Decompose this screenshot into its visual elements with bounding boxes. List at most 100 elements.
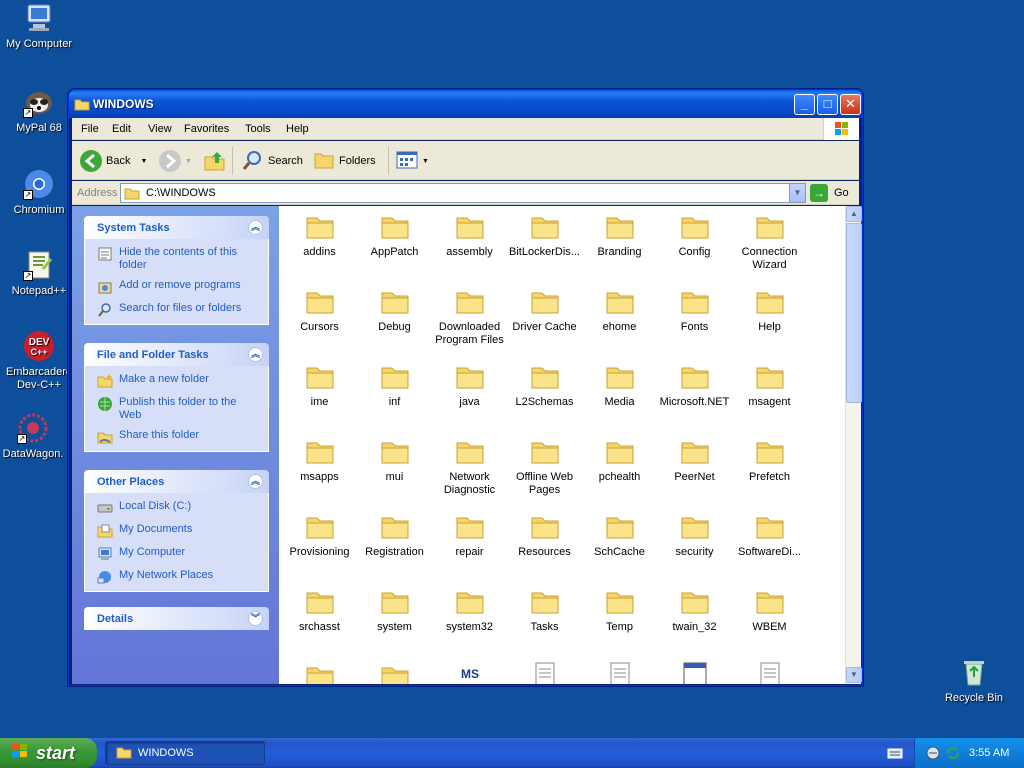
folder-item[interactable]: Temp: [582, 585, 657, 634]
folder-item[interactable]: Provisioning: [282, 510, 357, 559]
sync-tray-icon[interactable]: [945, 745, 961, 764]
address-input[interactable]: C:\WINDOWS ▼: [120, 183, 806, 203]
folder-item[interactable]: system32: [432, 585, 507, 634]
file-item[interactable]: [582, 660, 657, 684]
menu-tools[interactable]: Tools: [245, 123, 271, 135]
folder-item[interactable]: inf: [357, 360, 432, 409]
taskbar-item-windows[interactable]: WINDOWS: [105, 741, 265, 765]
up-folder-button[interactable]: [203, 149, 227, 173]
folder-item[interactable]: Help: [732, 285, 807, 334]
forward-dropdown-icon[interactable]: ▼: [185, 158, 192, 165]
file-folder-tasks-header[interactable]: File and Folder Tasks ︽: [84, 343, 269, 366]
make-new-folder-link[interactable]: Make a new folder: [97, 373, 260, 389]
hide-folder-contents-link[interactable]: Hide the contents of this folder: [97, 246, 260, 272]
folder-item[interactable]: java: [432, 360, 507, 409]
folder-item[interactable]: addins: [282, 210, 357, 259]
folder-item[interactable]: Registration: [357, 510, 432, 559]
share-folder-link[interactable]: Share this folder: [97, 429, 260, 445]
close-button[interactable]: ✕: [840, 94, 861, 115]
file-item[interactable]: [657, 660, 732, 684]
back-dropdown-icon[interactable]: ▼: [140, 158, 147, 165]
search-files-link[interactable]: Search for files or folders: [97, 302, 260, 318]
folder-item[interactable]: AppPatch: [357, 210, 432, 259]
folder-item[interactable]: ehome: [582, 285, 657, 334]
search-button[interactable]: Search: [242, 149, 303, 173]
add-remove-programs-link[interactable]: Add or remove programs: [97, 279, 260, 295]
scroll-up-icon[interactable]: ▲: [846, 206, 862, 222]
vertical-scrollbar[interactable]: ▲ ▼: [845, 206, 862, 684]
my-computer-link[interactable]: My Computer: [97, 546, 260, 562]
file-item[interactable]: [507, 660, 582, 684]
folder-item[interactable]: srchasst: [282, 585, 357, 634]
system-tasks-header[interactable]: System Tasks ︽: [84, 216, 269, 239]
views-button[interactable]: ▼: [396, 149, 429, 173]
details-header[interactable]: Details ︾: [84, 607, 269, 630]
menu-view[interactable]: View: [148, 123, 172, 135]
address-dropdown-icon[interactable]: ▼: [789, 184, 805, 202]
publish-folder-web-link[interactable]: Publish this folder to the Web: [97, 396, 260, 422]
start-button[interactable]: start: [0, 738, 97, 768]
folders-button[interactable]: Folders: [313, 149, 376, 173]
folder-item[interactable]: security: [657, 510, 732, 559]
minimize-button[interactable]: _: [794, 94, 815, 115]
folder-item[interactable]: SoftwareDi...: [732, 510, 807, 559]
folder-item[interactable]: PeerNet: [657, 435, 732, 484]
scroll-down-icon[interactable]: ▼: [846, 667, 862, 683]
clock[interactable]: 3:55 AM: [969, 747, 1009, 759]
other-places-header[interactable]: Other Places ︽: [84, 470, 269, 493]
folder-item[interactable]: msapps: [282, 435, 357, 484]
folder-item[interactable]: BitLockerDis...: [507, 210, 582, 259]
folder-item[interactable]: Offline Web Pages: [507, 435, 582, 497]
folder-item[interactable]: SchCache: [582, 510, 657, 559]
maximize-button[interactable]: □: [817, 94, 838, 115]
go-button[interactable]: → Go: [810, 184, 849, 202]
folder-item[interactable]: L2Schemas: [507, 360, 582, 409]
folder-item[interactable]: twain_32: [657, 585, 732, 634]
folder-item[interactable]: WBEM: [732, 585, 807, 634]
file-item[interactable]: MS: [432, 660, 507, 684]
folder-item[interactable]: Cursors: [282, 285, 357, 334]
expand-chevron-icon[interactable]: ︾: [248, 611, 263, 626]
folder-item[interactable]: msagent: [732, 360, 807, 409]
folder-item[interactable]: mui: [357, 435, 432, 484]
folder-item[interactable]: Resources: [507, 510, 582, 559]
desktop-icon-datawagon[interactable]: ↗ DataWagon.: [0, 412, 73, 461]
collapse-chevron-icon[interactable]: ︽: [248, 220, 263, 235]
forward-button[interactable]: ▼: [159, 149, 192, 173]
file-item[interactable]: [282, 660, 357, 684]
collapse-chevron-icon[interactable]: ︽: [248, 347, 263, 362]
local-disk-link[interactable]: Local Disk (C:): [97, 500, 260, 516]
menu-favorites[interactable]: Favorites: [184, 123, 229, 135]
collapse-chevron-icon[interactable]: ︽: [248, 474, 263, 489]
folder-item[interactable]: repair: [432, 510, 507, 559]
folder-item[interactable]: Fonts: [657, 285, 732, 334]
folder-item[interactable]: Branding: [582, 210, 657, 259]
desktop-icon-recycle-bin[interactable]: Recycle Bin: [934, 656, 1014, 705]
menu-help[interactable]: Help: [286, 123, 309, 135]
folder-item[interactable]: Microsoft.NET: [657, 360, 732, 409]
file-item[interactable]: [357, 660, 432, 684]
folder-item[interactable]: pchealth: [582, 435, 657, 484]
file-item[interactable]: [732, 660, 807, 684]
my-network-places-link[interactable]: My Network Places: [97, 569, 260, 585]
title-bar[interactable]: WINDOWS _ □ ✕: [69, 90, 862, 118]
folder-item[interactable]: Debug: [357, 285, 432, 334]
folder-item[interactable]: ime: [282, 360, 357, 409]
folder-item[interactable]: Prefetch: [732, 435, 807, 484]
folder-item[interactable]: Connection Wizard: [732, 210, 807, 272]
folder-item[interactable]: system: [357, 585, 432, 634]
folder-item[interactable]: Config: [657, 210, 732, 259]
folder-item[interactable]: Tasks: [507, 585, 582, 634]
back-button[interactable]: Back ▼: [80, 149, 147, 173]
menu-edit[interactable]: Edit: [112, 123, 131, 135]
keyboard-icon[interactable]: [887, 746, 903, 763]
folder-item[interactable]: Driver Cache: [507, 285, 582, 334]
folder-item[interactable]: Media: [582, 360, 657, 409]
network-tray-icon[interactable]: [925, 745, 941, 764]
scroll-thumb[interactable]: [846, 223, 862, 403]
folder-item[interactable]: Downloaded Program Files: [432, 285, 507, 347]
folder-item[interactable]: Network Diagnostic: [432, 435, 507, 497]
menu-file[interactable]: File: [81, 123, 99, 135]
my-documents-link[interactable]: My Documents: [97, 523, 260, 539]
folder-item[interactable]: assembly: [432, 210, 507, 259]
